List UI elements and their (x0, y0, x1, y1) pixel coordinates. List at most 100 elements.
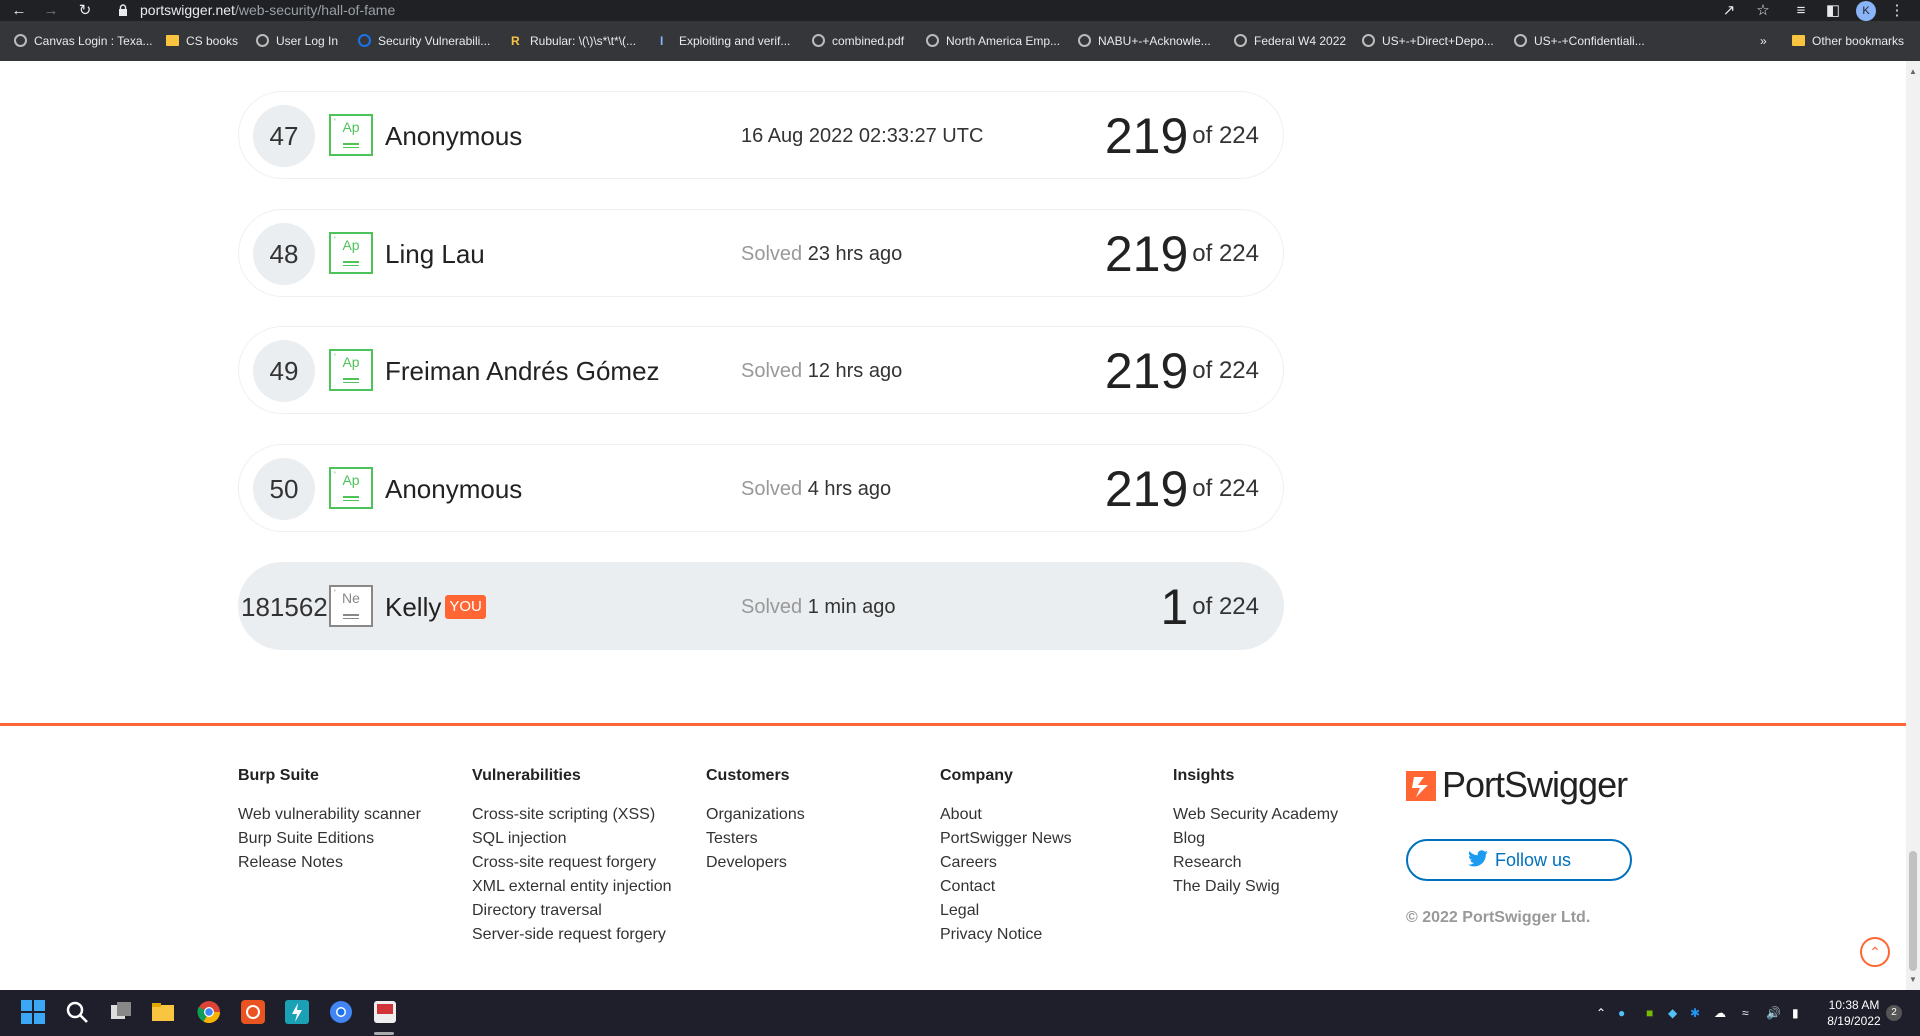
bookmark-item[interactable]: North America Emp... (926, 21, 1060, 61)
level-badge-icon: ' Ap (329, 467, 373, 509)
leaderboard-row: 47 ' Ap Anonymous 16 Aug 2022 02:33:27 UT… (238, 91, 1284, 179)
footer-link[interactable]: SQL injection (472, 827, 672, 851)
battery-icon[interactable]: ▮ (1792, 990, 1799, 1036)
footer-link[interactable]: Privacy Notice (940, 923, 1072, 947)
globe-icon (926, 34, 939, 48)
footer-link[interactable]: The Daily Swig (1173, 875, 1338, 899)
footer-link[interactable]: PortSwigger News (940, 827, 1072, 851)
scrollbar-thumb[interactable] (1909, 851, 1917, 971)
search-icon[interactable] (64, 999, 90, 1025)
footer-link[interactable]: Testers (706, 827, 805, 851)
rank-number: 49 (253, 340, 315, 402)
bookmark-item[interactable]: NABU+-+Acknowle... (1078, 21, 1211, 61)
labs-solved-count: 219 of 224 (1104, 226, 1259, 282)
bluetooth-icon[interactable]: ✱ (1690, 990, 1700, 1036)
footer-link[interactable]: Server-side request forgery (472, 923, 672, 947)
globe-icon (256, 34, 269, 48)
level-badge-icon: ' Ap (329, 349, 373, 391)
address-bar[interactable]: portswigger.net/web-security/hall-of-fam… (140, 0, 395, 20)
footer-link[interactable]: Contact (940, 875, 1072, 899)
lock-icon (119, 4, 127, 16)
user-name: Freiman Andrés Gómez (385, 356, 660, 386)
footer-heading: Insights (1173, 767, 1235, 784)
footer-link[interactable]: Cross-site request forgery (472, 851, 672, 875)
menu-kebab-icon[interactable]: ⋮ (1886, 0, 1908, 21)
footer-link[interactable]: Developers (706, 851, 805, 875)
globe-icon (14, 34, 27, 48)
bookmark-item[interactable]: Canvas Login : Texa... (14, 21, 153, 61)
footer-link[interactable]: Cross-site scripting (XSS) (472, 803, 672, 827)
footer-link[interactable]: Web Security Academy (1173, 803, 1338, 827)
footer-link[interactable]: Blog (1173, 827, 1338, 851)
ubuntu-icon[interactable] (240, 999, 266, 1025)
bookmark-item[interactable]: US+-+Direct+Depo... (1362, 21, 1494, 61)
rank-number: 181562 (241, 592, 328, 622)
footer-link[interactable]: Research (1173, 851, 1338, 875)
site-icon (358, 34, 371, 48)
bookmark-item[interactable]: R Rubular: \(\)\s*\t*\(... (511, 21, 636, 61)
copyright-text: © 2022 PortSwigger Ltd. (1406, 909, 1591, 926)
task-view-icon[interactable] (108, 999, 134, 1025)
bookmarks-overflow-button[interactable]: » (1760, 21, 1767, 61)
footer-column-insights: Insights Web Security Academy Blog Resea… (1173, 767, 1338, 899)
windows-start-icon[interactable] (20, 999, 46, 1025)
volume-icon[interactable]: 🔊 (1766, 990, 1781, 1036)
forward-arrow-icon[interactable]: → (40, 0, 62, 21)
bookmark-item[interactable]: combined.pdf (812, 21, 904, 61)
back-to-top-button[interactable]: ⌃ (1860, 937, 1890, 967)
reload-icon[interactable]: ↻ (74, 0, 96, 21)
footer-link[interactable]: Directory traversal (472, 899, 672, 923)
chevron-up-icon[interactable]: ⌃ (1596, 990, 1606, 1036)
star-icon[interactable]: ☆ (1752, 0, 1774, 21)
other-bookmarks[interactable]: Other bookmarks (1792, 21, 1904, 61)
current-user-row: 181562 ' Ne Kelly YOU Solved 1 min ago 1 of… (238, 562, 1284, 650)
user-name: Ling Lau (385, 239, 485, 269)
bookmark-item[interactable]: Federal W4 2022 (1234, 21, 1346, 61)
bookmark-item[interactable]: CS books (166, 21, 238, 61)
bookmark-item[interactable]: Security Vulnerabili... (358, 21, 490, 61)
hall-of-fame-page: 47 ' Ap Anonymous 16 Aug 2022 02:33:27 UT… (0, 61, 1906, 990)
bookmark-item[interactable]: User Log In (256, 21, 338, 61)
system-clock[interactable]: 10:38 AM 8/19/2022 (1820, 997, 1888, 1029)
defender-icon[interactable]: ◆ (1668, 990, 1677, 1036)
rank-number: 47 (253, 105, 315, 167)
scroll-up-arrow-icon[interactable]: ▲ (1909, 67, 1917, 76)
cloud-offline-icon[interactable]: ☁ (1714, 990, 1726, 1036)
notification-badge[interactable]: 2 (1886, 1005, 1902, 1021)
app-bolt-icon[interactable] (284, 999, 310, 1025)
back-arrow-icon[interactable]: ← (8, 0, 30, 21)
footer-link[interactable]: Web vulnerability scanner (238, 803, 421, 827)
reading-list-icon[interactable]: ≡ (1790, 0, 1812, 21)
share-icon[interactable]: ↗ (1718, 0, 1740, 21)
footer-link[interactable]: Burp Suite Editions (238, 827, 421, 851)
profile-avatar[interactable]: K (1856, 1, 1876, 21)
follow-us-button[interactable]: Follow us (1406, 839, 1632, 881)
footer-link[interactable]: Release Notes (238, 851, 421, 875)
labs-solved-count: 1 of 224 (1160, 579, 1259, 635)
wifi-icon[interactable]: ≈ (1742, 990, 1749, 1036)
page-scrollbar[interactable]: ▲ ▼ (1906, 61, 1920, 990)
nvidia-icon[interactable]: ■ (1646, 990, 1653, 1036)
portswigger-logo-icon (1406, 771, 1436, 801)
footer-link[interactable]: Legal (940, 899, 1072, 923)
footer-link[interactable]: Organizations (706, 803, 805, 827)
globe-icon (812, 34, 825, 48)
chrome-alt-icon[interactable] (328, 999, 354, 1025)
chrome-icon[interactable] (196, 999, 222, 1025)
side-panel-icon[interactable]: ◧ (1822, 0, 1844, 21)
steam-icon[interactable]: ● (1618, 990, 1625, 1036)
labs-solved-count: 219 of 224 (1104, 108, 1259, 164)
user-name: Kelly YOU (385, 563, 486, 651)
globe-icon (1514, 34, 1527, 48)
brand-name: PortSwigger (1442, 764, 1628, 805)
leaderboard-row: 50 ' Ap Anonymous Solved 4 hrs ago 219 of … (238, 444, 1284, 532)
footer-link[interactable]: About (940, 803, 1072, 827)
footer-link[interactable]: XML external entity injection (472, 875, 672, 899)
bookmark-item[interactable]: I Exploiting and verif... (660, 21, 790, 61)
file-explorer-icon[interactable] (150, 999, 176, 1025)
bookmark-item[interactable]: US+-+Confidentiali... (1514, 21, 1645, 61)
scroll-down-arrow-icon[interactable]: ▼ (1909, 975, 1917, 984)
footer-link[interactable]: Careers (940, 851, 1072, 875)
windows-taskbar: ⌃ ● ■ ◆ ✱ ☁ ≈ 🔊 ▮ 10:38 AM 8/19/2022 2 (0, 990, 1920, 1036)
snipping-tool-icon[interactable] (372, 999, 398, 1025)
